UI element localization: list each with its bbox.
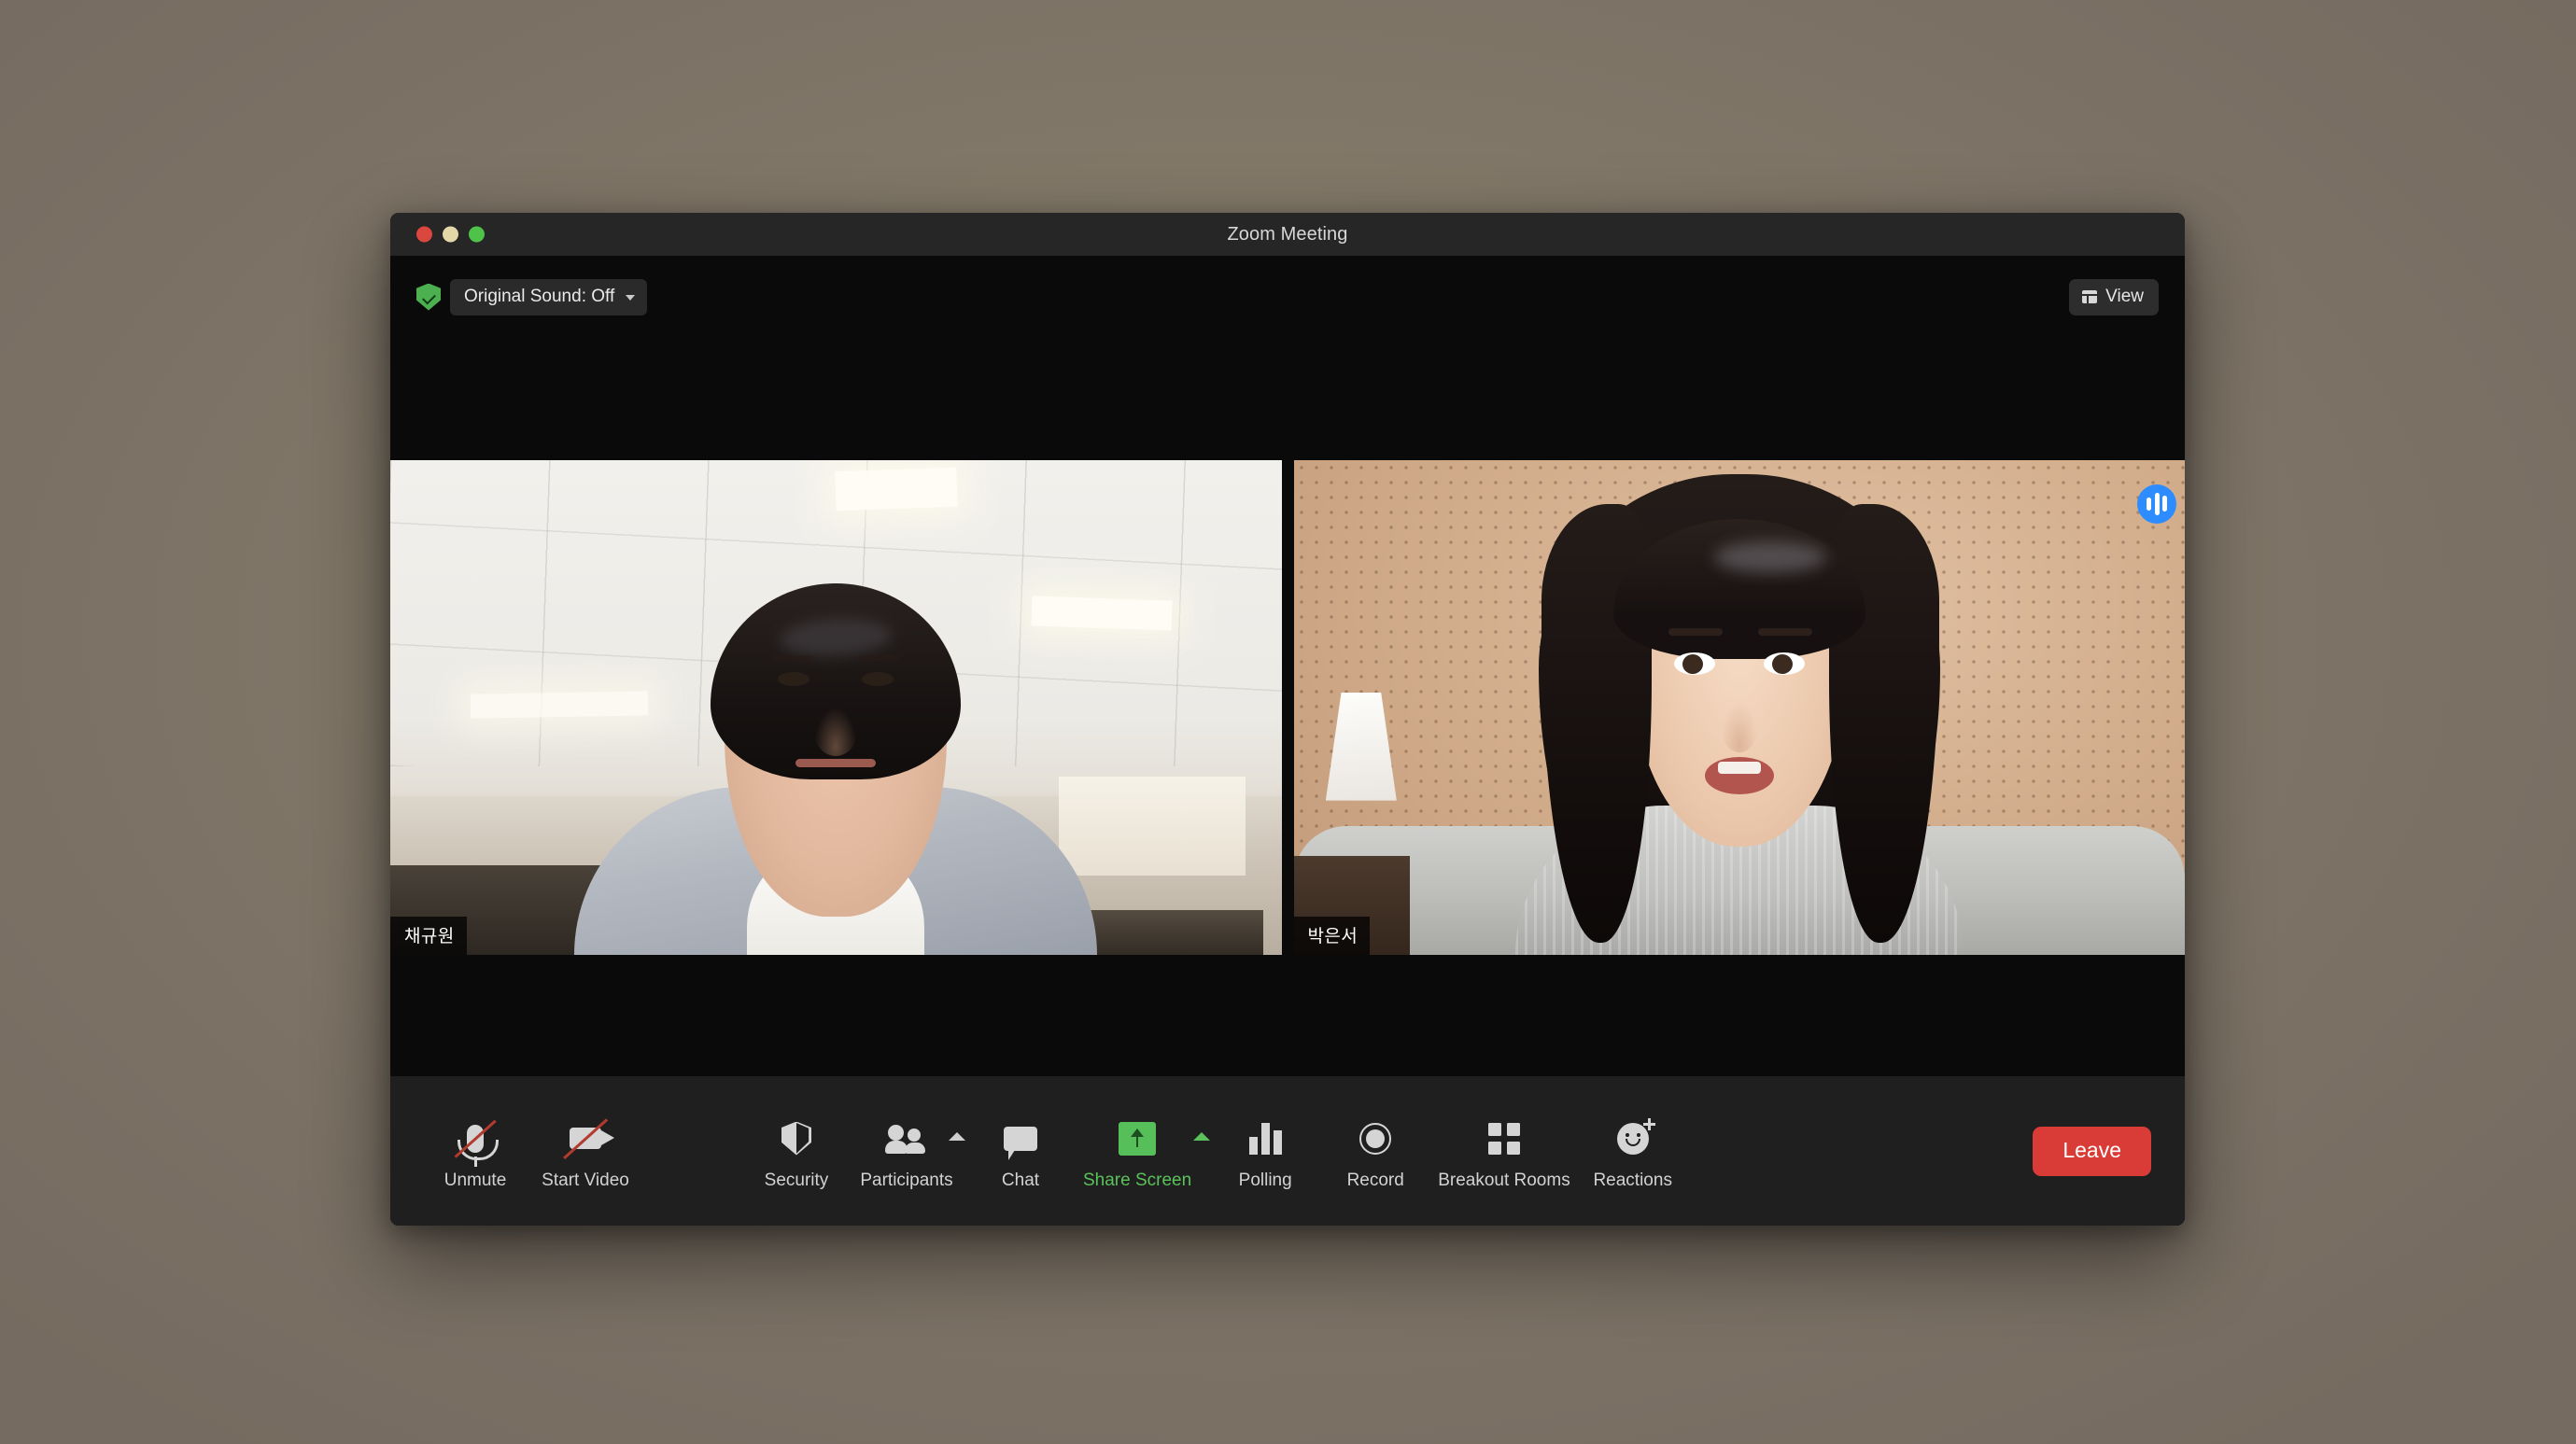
window-controls xyxy=(416,226,485,243)
participant-name-badge-1: 채규원 xyxy=(390,916,467,955)
share-screen-label: Share Screen xyxy=(1083,1170,1192,1190)
toolbar-center-group: Security Participants Chat Share Screen … xyxy=(741,1112,1688,1191)
participants-button[interactable]: Participants xyxy=(852,1112,962,1191)
window-title: Zoom Meeting xyxy=(1227,223,1348,245)
people-icon xyxy=(885,1117,928,1160)
participant-tile-2[interactable]: 박은서 xyxy=(1293,459,2185,955)
polling-button[interactable]: Polling xyxy=(1210,1112,1320,1191)
caret-down-icon[interactable] xyxy=(626,294,636,301)
minimize-window-button[interactable] xyxy=(443,226,458,243)
view-label: View xyxy=(2105,286,2144,306)
grid-view-icon xyxy=(2082,289,2098,303)
meeting-area: Original Sound: Off View 채규원 박은서 Unmute … xyxy=(390,256,2185,1226)
original-sound-label: Original Sound: Off xyxy=(464,286,615,306)
record-button[interactable]: Record xyxy=(1320,1112,1430,1191)
video-camera-off-icon xyxy=(563,1117,614,1160)
participant-name-badge-2: 박은서 xyxy=(1293,916,1371,955)
security-button[interactable]: Security xyxy=(741,1112,852,1191)
share-screen-button[interactable]: Share Screen xyxy=(1076,1112,1199,1191)
toolbar-left-group: Unmute Start Video xyxy=(390,1112,640,1191)
smiley-plus-icon xyxy=(1616,1117,1655,1160)
chat-label: Chat xyxy=(1001,1170,1040,1190)
breakout-rooms-button[interactable]: Breakout Rooms xyxy=(1430,1112,1578,1191)
reactions-label: Reactions xyxy=(1593,1170,1672,1190)
microphone-muted-icon xyxy=(454,1117,499,1167)
bar-chart-icon xyxy=(1248,1117,1282,1160)
participants-label: Participants xyxy=(860,1170,953,1190)
view-button[interactable]: View xyxy=(2069,278,2159,315)
meeting-toolbar: Unmute Start Video Security Participants… xyxy=(390,1076,2185,1226)
breakout-rooms-label: Breakout Rooms xyxy=(1438,1170,1570,1190)
participant-tile-1[interactable]: 채규원 xyxy=(390,459,1282,955)
video-grid: 채규원 박은서 xyxy=(390,338,2185,1076)
unmute-button[interactable]: Unmute xyxy=(420,1112,530,1191)
start-video-button[interactable]: Start Video xyxy=(530,1112,640,1191)
participant-video-feed-2 xyxy=(1293,459,2185,955)
meeting-top-bar: Original Sound: Off View xyxy=(390,256,2185,338)
unmute-label: Unmute xyxy=(443,1170,507,1190)
shield-icon xyxy=(781,1117,811,1160)
record-label: Record xyxy=(1346,1170,1404,1190)
security-label: Security xyxy=(764,1170,829,1190)
polling-label: Polling xyxy=(1238,1170,1292,1190)
record-circle-icon xyxy=(1359,1117,1392,1160)
chat-button[interactable]: Chat xyxy=(965,1112,1076,1191)
start-video-label: Start Video xyxy=(542,1170,629,1190)
chat-bubble-icon xyxy=(1004,1117,1037,1160)
leave-button[interactable]: Leave xyxy=(2033,1126,2151,1176)
grid-squares-icon xyxy=(1487,1117,1520,1160)
maximize-window-button[interactable] xyxy=(469,226,485,243)
close-window-button[interactable] xyxy=(416,226,432,243)
audio-levels-icon xyxy=(2137,484,2176,524)
original-sound-group: Original Sound: Off xyxy=(416,278,648,315)
reactions-button[interactable]: Reactions xyxy=(1578,1112,1688,1191)
participant-video-feed-1 xyxy=(390,459,1282,955)
toolbar-right-group: Leave xyxy=(2033,1126,2185,1176)
zoom-meeting-window: Zoom Meeting Original Sound: Off View 채규… xyxy=(390,213,2185,1226)
shield-check-icon xyxy=(416,283,441,311)
share-screen-icon xyxy=(1119,1117,1157,1160)
original-sound-button[interactable]: Original Sound: Off xyxy=(450,278,648,315)
window-title-bar: Zoom Meeting xyxy=(390,213,2185,256)
